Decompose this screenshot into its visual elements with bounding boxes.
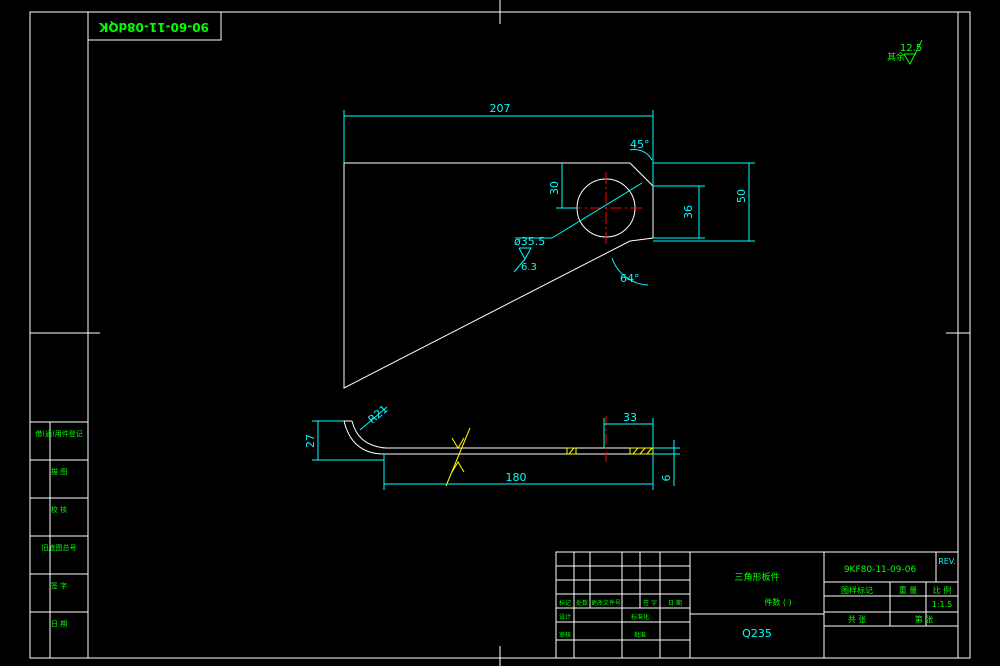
row-label-5: 设计 xyxy=(559,613,571,621)
row-label-4: 日 期 xyxy=(668,599,682,607)
dim-45: 45° xyxy=(630,138,650,151)
left-label-1: 描 图 xyxy=(51,467,67,476)
hole-roughness-symbol: 6.3 xyxy=(513,247,537,273)
title-block-texts: 三角形板件 件数 ( ) Q235 9KF80-11-09-06 REV. 图样… xyxy=(559,557,956,640)
plate-front-view xyxy=(343,162,654,389)
weight-label: 重 量 xyxy=(899,585,918,595)
dim-64: 64° xyxy=(620,272,640,285)
quantity-label: 件数 ( ) xyxy=(764,597,791,607)
scale-label: 比 例 xyxy=(933,585,952,595)
dimension-texts: 207 45° 30 36 50 ø35.5 64° xyxy=(490,102,749,285)
hatch-areas xyxy=(566,447,654,455)
side-dimension-texts: 27 R21 33 180 6 xyxy=(304,402,673,484)
part-name: 三角形板件 xyxy=(734,571,779,583)
side-roughness-symbol xyxy=(445,427,471,487)
center-marks xyxy=(30,0,970,666)
cad-drawing: 90-60-11-08dQK 其余 12.5 207 45° 30 36 50 … xyxy=(29,0,971,666)
dim-30: 30 xyxy=(548,181,561,195)
row-label-6: 标准化 xyxy=(631,613,649,621)
row-label-7: 审核 xyxy=(559,631,571,639)
dim-180: 180 xyxy=(506,471,527,484)
row-label-3: 签 字 xyxy=(643,599,657,607)
inner-frame xyxy=(87,11,959,659)
plate-side-view xyxy=(343,420,654,455)
left-label-5: 日 期 xyxy=(51,620,67,628)
left-column-texts: 借(通)用件登记 描 图 校 核 旧底图总号 签 字 日 期 xyxy=(35,429,82,628)
dim-33: 33 xyxy=(623,411,637,424)
row-label-2: 更改文件号 xyxy=(591,599,621,607)
dim-6: 6 xyxy=(660,475,673,482)
rev-label: REV. xyxy=(938,557,956,566)
roughness-value: 12.5 xyxy=(900,43,922,54)
left-label-3: 旧底图总号 xyxy=(42,543,77,552)
left-label-4: 签 字 xyxy=(51,581,67,590)
drawing-number: 9KF80-11-09-06 xyxy=(844,565,917,575)
hole-roughness-value: 6.3 xyxy=(521,262,537,273)
drawing-number-mirrored: 90-60-11-08dQK xyxy=(98,20,209,34)
dimension-lines xyxy=(343,110,755,286)
dim-36: 36 xyxy=(682,205,695,219)
dim-207: 207 xyxy=(490,102,511,115)
sheet-label-2: 第 张 xyxy=(915,614,934,624)
dim-diameter: ø35.5 xyxy=(514,235,545,248)
dim-50: 50 xyxy=(735,189,748,203)
stage-label: 图样标记 xyxy=(841,585,873,595)
left-label-2: 校 核 xyxy=(51,505,67,514)
drawing-number-box: 90-60-11-08dQK xyxy=(87,11,222,41)
sheet-label: 共 张 xyxy=(848,615,867,624)
left-label-0: 借(通)用件登记 xyxy=(35,429,82,438)
material: Q235 xyxy=(742,627,772,640)
scale-value: 1:1.5 xyxy=(932,600,953,609)
row-label-8: 批准 xyxy=(634,631,646,639)
general-roughness-symbol: 其余 12.5 xyxy=(887,39,923,66)
row-label-0: 标记 xyxy=(559,599,571,607)
hole xyxy=(570,172,642,244)
dim-27: 27 xyxy=(304,434,317,448)
row-label-1: 处数 xyxy=(576,599,588,607)
